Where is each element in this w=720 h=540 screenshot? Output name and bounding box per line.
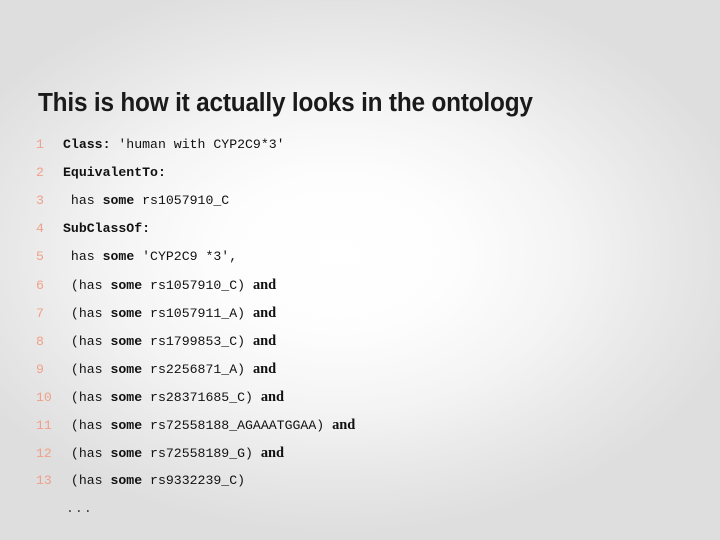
code-line: 12 (has some rs72558189_G) and xyxy=(36,439,696,467)
code-payload: rs9332239_C) xyxy=(142,473,246,488)
code-payload: rs1057910_C) xyxy=(142,278,253,293)
page-title: This is how it actually looks in the ont… xyxy=(38,89,533,118)
code-line: 3 has some rs1057910_C xyxy=(36,187,696,215)
code-payload: rs2256871_A) xyxy=(142,362,253,377)
code-prefix: (has xyxy=(63,446,111,461)
code-line-text: (has some rs2256871_A) and xyxy=(63,355,276,384)
code-conjunction: and xyxy=(252,277,277,293)
code-keyword: some xyxy=(102,193,135,208)
code-prefix: (has xyxy=(63,418,111,433)
code-line-number: 4 xyxy=(36,221,44,236)
code-payload: rs1057910_C xyxy=(134,193,230,208)
code-line-text: (has some rs1799853_C) and xyxy=(63,327,276,356)
code-line-text: has some rs1057910_C xyxy=(63,187,229,215)
code-line: 5 has some 'CYP2C9 *3', xyxy=(36,243,696,271)
code-line-number: 11 xyxy=(36,418,52,433)
code-line-text: EquivalentTo: xyxy=(63,159,166,187)
code-line-text: SubClassOf: xyxy=(63,215,150,243)
code-keyword: SubClassOf: xyxy=(63,221,151,236)
code-payload: rs1057911_A) xyxy=(142,306,253,321)
code-payload: rs28371685_C) xyxy=(142,390,261,405)
code-line-text: (has some rs72558189_G) and xyxy=(63,439,284,468)
code-prefix: (has xyxy=(63,473,111,488)
code-payload: rs72558188_AGAAATGGAA) xyxy=(142,418,333,433)
code-conjunction: and xyxy=(252,361,277,377)
code-line-number: 9 xyxy=(36,362,44,377)
code-line: 8 (has some rs1799853_C) and xyxy=(36,327,696,355)
code-prefix: has xyxy=(63,249,103,264)
code-line: 7 (has some rs1057911_A) and xyxy=(36,299,696,327)
code-line: 2 EquivalentTo: xyxy=(36,159,696,187)
code-prefix: (has xyxy=(63,306,111,321)
code-prefix: has xyxy=(63,193,103,208)
code-line-number: 7 xyxy=(36,306,44,321)
code-keyword: some xyxy=(110,362,143,377)
code-line: 11 (has some rs72558188_AGAAATGGAA) and xyxy=(36,411,696,439)
code-prefix: (has xyxy=(63,362,111,377)
code-keyword: some xyxy=(110,446,143,461)
code-keyword: some xyxy=(110,418,143,433)
code-keyword: some xyxy=(102,249,135,264)
code-prefix: (has xyxy=(63,278,111,293)
slide-canvas: This is how it actually looks in the ont… xyxy=(0,0,720,540)
code-keyword: some xyxy=(110,390,143,405)
code-line-text: (has some rs28371685_C) and xyxy=(63,383,284,412)
code-line: 6 (has some rs1057910_C) and xyxy=(36,271,696,299)
code-keyword: EquivalentTo: xyxy=(63,165,166,180)
code-listing: 1 Class: 'human with CYP2C9*3' 2 Equivalent… xyxy=(36,131,696,495)
code-line-number: 1 xyxy=(36,137,44,152)
code-line-text: (has some rs72558188_AGAAATGGAA) and xyxy=(63,411,355,440)
code-line-text: (has some rs9332239_C) xyxy=(63,467,245,495)
code-line: 13 (has some rs9332239_C) xyxy=(36,467,696,495)
code-line: 1 Class: 'human with CYP2C9*3' xyxy=(36,131,696,159)
code-conjunction: and xyxy=(332,417,356,433)
code-line-number: 10 xyxy=(36,390,52,405)
code-line-text: Class: 'human with CYP2C9*3' xyxy=(63,131,285,159)
code-keyword: Class: xyxy=(63,137,111,152)
code-line-number: 5 xyxy=(36,249,44,264)
code-line-number: 2 xyxy=(36,165,44,180)
code-keyword: some xyxy=(110,278,143,293)
code-keyword: some xyxy=(110,473,143,488)
code-line-number: 6 xyxy=(36,278,44,293)
code-continuation-ellipsis: ... xyxy=(66,501,93,516)
code-prefix: (has xyxy=(63,390,111,405)
code-line-text: (has some rs1057911_A) and xyxy=(63,299,276,328)
code-payload: 'human with CYP2C9*3' xyxy=(110,137,285,152)
code-line: 10 (has some rs28371685_C) and xyxy=(36,383,696,411)
code-keyword: some xyxy=(110,306,143,321)
code-line-text: has some 'CYP2C9 *3', xyxy=(63,243,237,271)
code-conjunction: and xyxy=(252,305,277,321)
code-line: 4 SubClassOf: xyxy=(36,215,696,243)
code-line-text: (has some rs1057910_C) and xyxy=(63,271,276,300)
code-conjunction: and xyxy=(260,389,285,405)
code-keyword: some xyxy=(110,334,143,349)
code-line-number: 8 xyxy=(36,334,44,349)
code-line-number: 3 xyxy=(36,193,44,208)
code-conjunction: and xyxy=(260,445,285,461)
code-prefix: (has xyxy=(63,334,111,349)
code-payload: rs72558189_G) xyxy=(142,446,261,461)
code-payload: rs1799853_C) xyxy=(142,334,253,349)
code-conjunction: and xyxy=(252,333,277,349)
code-line: 9 (has some rs2256871_A) and xyxy=(36,355,696,383)
code-payload: 'CYP2C9 *3', xyxy=(134,249,238,264)
code-line-number: 12 xyxy=(36,446,52,461)
code-line-number: 13 xyxy=(36,473,52,488)
